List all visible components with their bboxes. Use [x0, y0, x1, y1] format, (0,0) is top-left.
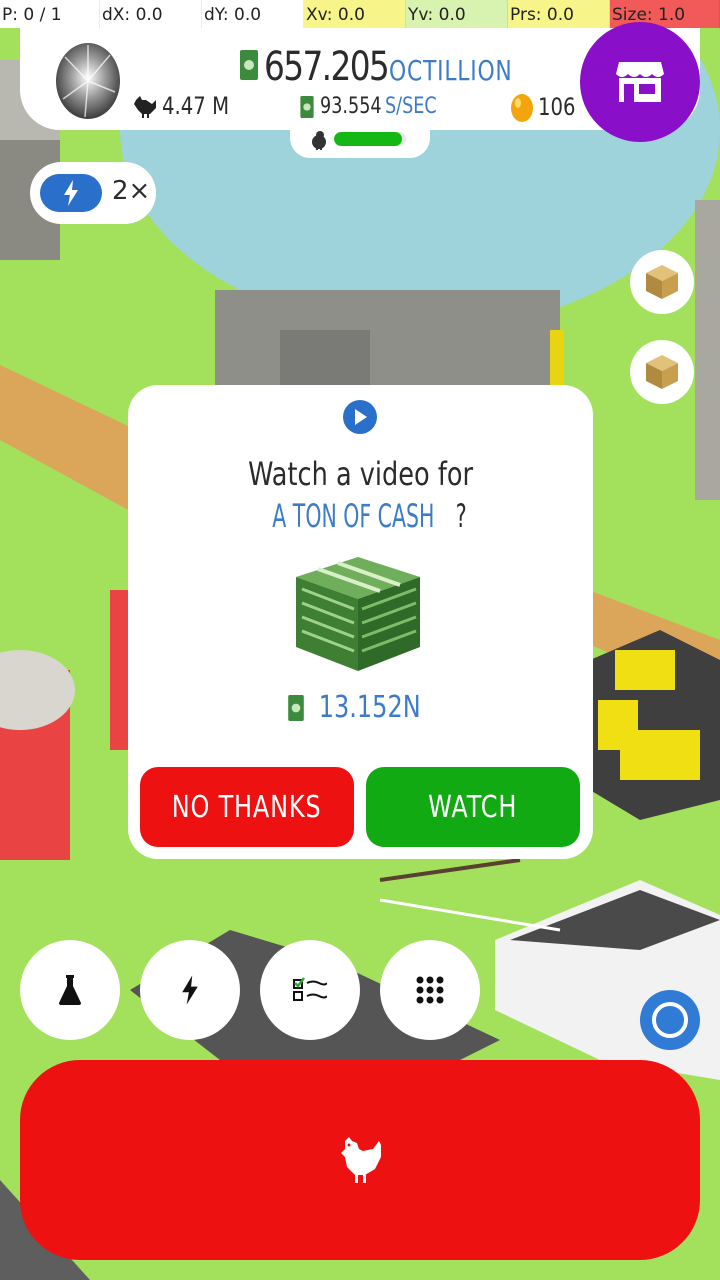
money-display: 657.205 OCTILLION [240, 44, 548, 90]
cash-icon [287, 694, 304, 721]
crate-icon [646, 355, 678, 389]
golden-egg-icon [511, 94, 533, 122]
dialog-highlight: A TON OF CASH [272, 497, 435, 535]
boosts-button[interactable] [140, 940, 240, 1040]
debug-overlay-bar: P: 0 / 1 dX: 0.0 dY: 0.0 Xv: 0.0 Yv: 0.0… [0, 0, 720, 28]
progress-track [334, 132, 406, 146]
hatchery-progress [290, 124, 430, 158]
lightning-icon [182, 975, 198, 1005]
chicken-count: 4.47 M [132, 92, 244, 120]
progress-fill [334, 132, 403, 146]
boost-badge [40, 174, 102, 212]
gift-crate-button-1[interactable] [630, 250, 694, 314]
earning-rate: 93.554 S/SEC [300, 94, 450, 119]
earning-rate-value: 93.554 [320, 94, 382, 119]
grid-icon [416, 976, 444, 1004]
dialog-prompt: Watch a video for [128, 455, 593, 493]
golden-egg-count: 106 [510, 92, 584, 122]
play-icon [355, 409, 367, 425]
debug-dy: dY: 0.0 [202, 0, 304, 28]
gift-crate-button-2[interactable] [630, 340, 694, 404]
target-icon [652, 1002, 688, 1038]
cash-icon [240, 50, 258, 80]
debug-xv: Xv: 0.0 [304, 0, 406, 28]
chicken-icon [341, 1137, 381, 1183]
debug-pressure: Prs: 0.0 [508, 0, 610, 28]
video-reward-dialog: Watch a video for A TON OF CASH? 13.152N… [128, 385, 593, 859]
cash-stack-image [296, 557, 420, 671]
crate-icon [646, 265, 678, 299]
watch-button[interactable]: WATCH [366, 767, 580, 847]
dialog-reward-title: A TON OF CASH? [128, 497, 593, 535]
flask-icon [59, 975, 81, 1005]
hatch-chicken-button[interactable] [20, 1060, 700, 1260]
research-button[interactable] [20, 940, 120, 1040]
menu-button[interactable] [380, 940, 480, 1040]
money-unit: OCTILLION [389, 54, 513, 87]
debug-pointer-count: P: 0 / 1 [0, 0, 100, 28]
dialog-question-mark: ? [456, 497, 468, 535]
boost-multiplier: 2× [112, 176, 151, 206]
shop-icon [616, 62, 664, 102]
lightning-icon [64, 180, 78, 206]
cash-icon [300, 95, 314, 118]
no-thanks-button[interactable]: NO THANKS [140, 767, 354, 847]
camera-focus-button[interactable] [640, 990, 700, 1050]
reward-amount-text: 13.152N [318, 690, 421, 725]
shop-button[interactable] [580, 22, 700, 142]
golden-egg-value: 106 [538, 93, 576, 121]
missions-button[interactable] [260, 940, 360, 1040]
chick-icon [312, 131, 326, 150]
debug-dx: dX: 0.0 [100, 0, 202, 28]
money-value: 657.205 [264, 44, 390, 90]
chicken-icon [134, 96, 156, 118]
debug-yv: Yv: 0.0 [406, 0, 508, 28]
earning-rate-unit: S/SEC [384, 94, 437, 119]
play-video-icon [343, 400, 377, 434]
boost-indicator[interactable]: 2× [30, 162, 156, 224]
dialog-prompt-text: Watch a video for [248, 455, 473, 493]
checklist-icon [293, 977, 327, 1001]
reward-amount: 13.152N [128, 690, 593, 725]
silver-egg-icon [56, 43, 120, 119]
current-egg-button[interactable] [38, 28, 138, 128]
chicken-count-value: 4.47 M [162, 92, 230, 120]
no-thanks-label: NO THANKS [172, 789, 322, 825]
reward-amount-value: 13.152N [306, 690, 433, 725]
watch-label: WATCH [428, 789, 518, 825]
